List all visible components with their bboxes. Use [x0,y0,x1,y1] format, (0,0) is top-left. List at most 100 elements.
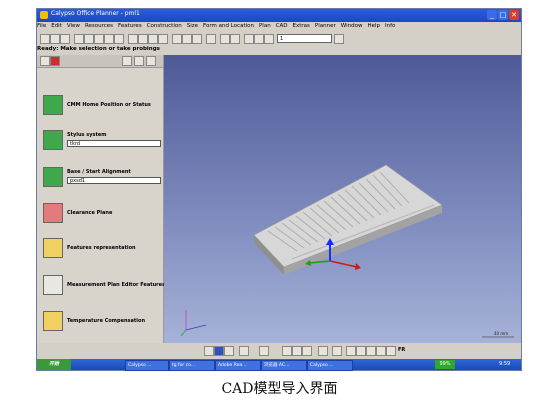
view-iso-icon[interactable] [259,346,269,356]
menu-features[interactable]: Features [118,23,142,29]
menu-size[interactable]: Size [187,23,198,29]
menu-edit[interactable]: Edit [51,23,62,29]
table-icon[interactable] [192,34,202,44]
plan-editor-icon [43,275,63,295]
cut-icon[interactable] [74,34,84,44]
menu-file[interactable]: File [37,23,46,29]
toolbar: 1 [37,33,521,45]
taskbar-task[interactable]: Calypso ... [125,360,169,371]
clearance-plane-icon [43,203,63,223]
zoom-window-icon[interactable] [302,346,312,356]
cad-icon[interactable] [206,34,216,44]
menu-resources[interactable]: Resources [85,23,113,29]
toolbar-select[interactable]: 1 [277,34,332,43]
display-icon[interactable] [386,346,396,356]
panel-item-clearance-plane[interactable]: Clearance Plane [43,203,161,223]
info-icon[interactable] [230,34,240,44]
pointer-icon[interactable] [376,346,386,356]
start-button[interactable]: 开始 [37,359,71,370]
status-line: Ready: Make selection or take probings [37,46,160,52]
menu-view[interactable]: View [67,23,80,29]
redo-icon[interactable] [114,34,124,44]
menu-help[interactable]: Help [367,23,380,29]
menu-plan[interactable]: Plan [259,23,271,29]
zoom-out-icon[interactable] [292,346,302,356]
panel-item-base-alignment[interactable]: Base / Start Alignment pxsd1 [43,167,161,189]
panel-item-home-position[interactable]: CMM Home Position or Status [43,95,161,115]
view-active-icon[interactable] [214,346,224,356]
base-alignment-field[interactable]: pxsd1 [67,177,161,184]
triad-x-icon [185,324,207,331]
figure-caption: CAD模型导入界面 [221,381,338,397]
binoculars-icon[interactable] [128,34,138,44]
zoom-in-icon[interactable] [282,346,292,356]
view-box-icon[interactable] [224,346,234,356]
panel-item-features-representation[interactable]: Features representation [43,238,161,258]
plan-icon[interactable] [158,34,168,44]
panel-up-arrow-icon[interactable] [146,56,156,66]
open-icon[interactable] [50,34,60,44]
panel-item-stylus-system[interactable]: Stylus system tkrd [43,130,161,152]
panel-down-arrow-icon[interactable] [134,56,144,66]
panel-item-label: CMM Home Position or Status [67,102,151,108]
application-window: Calypso Office Planner - pml1 _ □ ✕ File… [36,8,522,371]
view-circle-icon[interactable] [204,346,214,356]
stylus-system-field[interactable]: tkrd [67,140,161,147]
panel-back-icon[interactable] [40,56,50,66]
menu-bar: File Edit View Resources Features Constructio… [37,23,521,32]
taskbar: 开始 Calypso ... tg for co... Adobe Rea...… [37,359,521,371]
fit-icon[interactable] [346,346,356,356]
window-title: Calypso Office Planner - pml1 [51,10,140,17]
new-icon[interactable] [40,34,50,44]
stylus-icon[interactable] [264,34,274,44]
section-icon[interactable] [356,346,366,356]
menu-form-and-location[interactable]: Form and Location [203,23,254,29]
save-icon[interactable] [60,34,70,44]
rotate-icon[interactable] [332,346,342,356]
grid-icon[interactable] [148,34,158,44]
taskbar-task[interactable]: tg for co... [169,360,215,371]
chevron-down-icon[interactable] [334,34,344,44]
menu-info[interactable]: Info [385,23,395,29]
minimize-button[interactable]: _ [487,10,497,20]
panel-toolbar [37,55,163,68]
stylus-system-icon [43,130,63,150]
menu-window[interactable]: Window [341,23,363,29]
chart-icon[interactable] [244,34,254,44]
measure-icon[interactable] [366,346,376,356]
panel-item-plan-editor-features[interactable]: Measurement Plan Editor Features [43,275,165,295]
menu-extras[interactable]: Extras [293,23,310,29]
panel-item-temperature-compensation[interactable]: Temperature Compensation [43,311,161,331]
pan-icon[interactable] [318,346,328,356]
panel-item-label: Base / Start Alignment [67,169,131,175]
copy-icon[interactable] [84,34,94,44]
taskbar-task[interactable]: 浏览器 AC... [261,360,307,371]
home-position-icon [43,95,63,115]
report-icon[interactable] [182,34,192,44]
graph-icon[interactable] [254,34,264,44]
cad-viewport[interactable]: 40 mm [164,55,521,343]
taskbar-task[interactable]: Calypso ... [307,360,353,371]
print-icon[interactable] [172,34,182,44]
features-representation-icon [43,238,63,258]
panel-item-label: Clearance Plane [67,210,113,216]
close-button[interactable]: ✕ [509,10,519,20]
panel-list-icon[interactable] [122,56,132,66]
help-icon[interactable] [220,34,230,44]
panel-item-label: Temperature Compensation [67,318,145,324]
panel-active-icon[interactable] [50,56,60,66]
paste-icon[interactable] [94,34,104,44]
viewport-toolbar: FR [164,345,521,357]
menu-planner[interactable]: Planner [315,23,336,29]
panel-item-label: Measurement Plan Editor Features [67,282,165,288]
panel-item-label: Stylus system [67,132,107,138]
clock: 9:59 [499,361,511,367]
feature-list-icon[interactable] [138,34,148,44]
taskbar-task[interactable]: Adobe Rea... [215,360,261,371]
maximize-button[interactable]: □ [498,10,508,20]
menu-cad[interactable]: CAD [276,23,288,29]
triad-y-icon [180,329,187,337]
view-front-icon[interactable] [239,346,249,356]
menu-construction[interactable]: Construction [147,23,182,29]
undo-icon[interactable] [104,34,114,44]
